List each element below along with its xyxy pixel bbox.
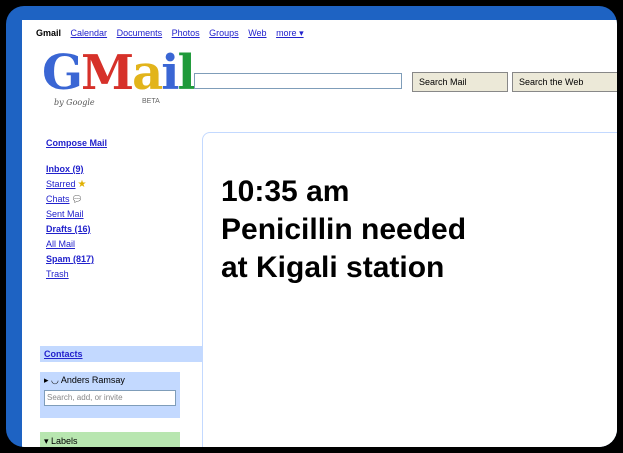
folder-list: Inbox (9) Starred ★ Chats 💬︎ Sent Mail Dra… <box>46 162 94 282</box>
search-mail-button[interactable]: Search Mail <box>412 72 508 92</box>
gmail-logo[interactable]: GMail by Google BETA <box>42 48 196 108</box>
sidebar-item-spam[interactable]: Spam (817) <box>46 252 94 267</box>
nav-web[interactable]: Web <box>248 28 266 38</box>
sidebar-item-drafts[interactable]: Drafts (16) <box>46 222 94 237</box>
device-frame: Gmail Calendar Documents Photos Groups W… <box>6 6 617 447</box>
sidebar-item-chats[interactable]: Chats 💬︎ <box>46 192 94 207</box>
search-input[interactable] <box>194 73 402 89</box>
contacts-header: Contacts <box>40 346 202 362</box>
compose-mail-link[interactable]: Compose Mail <box>46 138 107 148</box>
sidebar-item-inbox[interactable]: Inbox (9) <box>46 162 94 177</box>
nav-calendar[interactable]: Calendar <box>71 28 108 38</box>
sidebar-item-all-mail[interactable]: All Mail <box>46 237 94 252</box>
overlay-line-2: Penicillin needed <box>221 213 467 246</box>
contact-search-input[interactable]: Search, add, or invite <box>44 390 176 406</box>
nav-gmail: Gmail <box>36 28 62 38</box>
overlay-message: 10:35 am Penicillin needed at Kigali sta… <box>221 173 466 287</box>
overlay-time: 10:35 am <box>221 175 350 208</box>
labels-toggle[interactable]: ▾ Labels <box>44 436 78 447</box>
sidebar-item-trash[interactable]: Trash <box>46 267 94 282</box>
search-web-button[interactable]: Search the Web <box>512 72 617 92</box>
contacts-link[interactable]: Contacts <box>44 349 83 359</box>
nav-documents[interactable]: Documents <box>117 28 163 38</box>
quick-contacts: ▸ ◡ Anders Ramsay Search, add, or invite <box>40 372 180 418</box>
nav-more[interactable]: more ▾ <box>276 28 304 38</box>
labels-box: ▾ Labels <box>40 432 180 447</box>
sidebar-item-sent[interactable]: Sent Mail <box>46 207 94 222</box>
sidebar: Compose Mail Inbox (9) Starred ★ Chats 💬︎ … <box>22 128 202 447</box>
overlay-line-3: at Kigali station <box>221 251 445 284</box>
logo-wordmark: GMail <box>42 45 196 101</box>
quick-contact-user[interactable]: ▸ ◡ Anders Ramsay <box>44 375 125 386</box>
logo-beta: BETA <box>142 98 160 105</box>
main-pane: 10:35 am Penicillin needed at Kigali sta… <box>202 132 617 447</box>
gmail-screen: Gmail Calendar Documents Photos Groups W… <box>22 20 617 447</box>
top-nav: Gmail Calendar Documents Photos Groups W… <box>36 28 311 39</box>
chat-bubble-icon: 💬︎ <box>71 194 83 204</box>
nav-photos[interactable]: Photos <box>172 28 200 38</box>
nav-groups[interactable]: Groups <box>209 28 239 38</box>
logo-by-google: by Google <box>54 98 95 107</box>
star-icon: ★ <box>77 179 87 190</box>
sidebar-item-starred[interactable]: Starred ★ <box>46 177 94 192</box>
